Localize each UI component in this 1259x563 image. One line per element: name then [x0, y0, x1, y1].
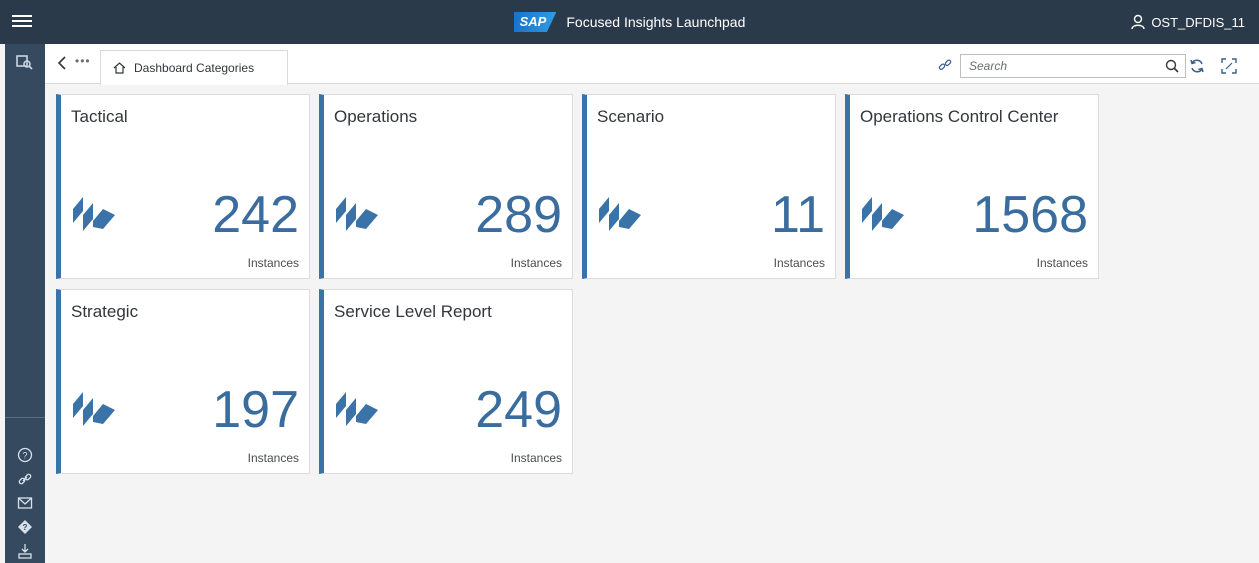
category-icon	[73, 392, 115, 426]
tile-title: Operations	[334, 107, 418, 126]
link-icon[interactable]	[5, 467, 45, 491]
tile-count: 197	[212, 381, 299, 439]
category-icon	[336, 197, 378, 231]
home-icon	[113, 62, 126, 74]
tile-count: 242	[212, 186, 299, 244]
more-button[interactable]: •••	[75, 54, 91, 68]
tile-unit: Instances	[247, 256, 299, 270]
search-input[interactable]	[969, 58, 1149, 74]
tile-service-level-report[interactable]: Service Level Report 249 Instances	[319, 289, 573, 474]
tile-tactical[interactable]: Tactical 242 Instances	[56, 94, 310, 279]
link-icon[interactable]	[938, 58, 952, 72]
help-icon[interactable]: ?	[5, 443, 45, 467]
tile-unit: Instances	[1036, 256, 1088, 270]
user-name: OST_DFDIS_11	[1151, 14, 1245, 30]
tile-unit: Instances	[510, 256, 562, 270]
category-icon	[336, 392, 378, 426]
back-icon[interactable]	[57, 56, 67, 70]
user-menu[interactable]: OST_DFDIS_11	[1131, 0, 1245, 44]
tile-title: Operations Control Center	[860, 107, 1059, 126]
category-icon	[862, 197, 904, 231]
sap-logo: SAP	[513, 12, 557, 32]
sidebar-bottom-actions: ? ?	[5, 443, 45, 563]
tile-title: Strategic	[71, 302, 139, 321]
tile-count: 289	[475, 186, 562, 244]
tab-label: Dashboard Categories	[134, 61, 255, 75]
tile-count: 249	[475, 381, 562, 439]
feedback-icon[interactable]: ?	[5, 515, 45, 539]
dashboard-search-icon[interactable]	[16, 54, 34, 70]
refresh-icon[interactable]	[1189, 58, 1205, 74]
tile-operations-control-center[interactable]: Operations Control Center 1568 Instances	[845, 94, 1099, 279]
tile-operations[interactable]: Operations 289 Instances	[319, 94, 573, 279]
tile-title: Scenario	[597, 107, 665, 126]
tile-unit: Instances	[247, 451, 299, 465]
fullscreen-icon[interactable]	[1221, 58, 1237, 74]
tile-strategic[interactable]: Strategic 197 Instances	[56, 289, 310, 474]
sidebar-divider	[5, 417, 45, 418]
tile-title: Tactical	[71, 107, 128, 126]
search-field[interactable]	[960, 54, 1186, 78]
shell-bar: SAP Focused Insights Launchpad OST_DFDIS…	[0, 0, 1259, 44]
category-icon	[599, 197, 641, 231]
tile-scenario[interactable]: Scenario 11 Instances	[582, 94, 836, 279]
tile-unit: Instances	[773, 256, 825, 270]
shell-title-area: SAP Focused Insights Launchpad	[0, 0, 1259, 44]
download-icon[interactable]	[5, 539, 45, 563]
side-navigation: ? ?	[5, 44, 45, 563]
mail-icon[interactable]	[5, 491, 45, 515]
tile-unit: Instances	[510, 451, 562, 465]
tile-count: 11	[771, 186, 825, 244]
tile-count: 1568	[972, 186, 1088, 244]
tab-dashboard-categories[interactable]: Dashboard Categories	[100, 50, 288, 85]
search-icon[interactable]	[1165, 59, 1179, 73]
category-icon	[73, 197, 115, 231]
svg-text:?: ?	[22, 451, 27, 461]
user-icon	[1131, 14, 1146, 30]
tile-title: Service Level Report	[334, 302, 492, 321]
svg-text:?: ?	[23, 523, 28, 532]
app-title[interactable]: Focused Insights Launchpad	[566, 14, 745, 30]
page-toolbar: ••• Dashboard Categories	[45, 44, 1259, 85]
